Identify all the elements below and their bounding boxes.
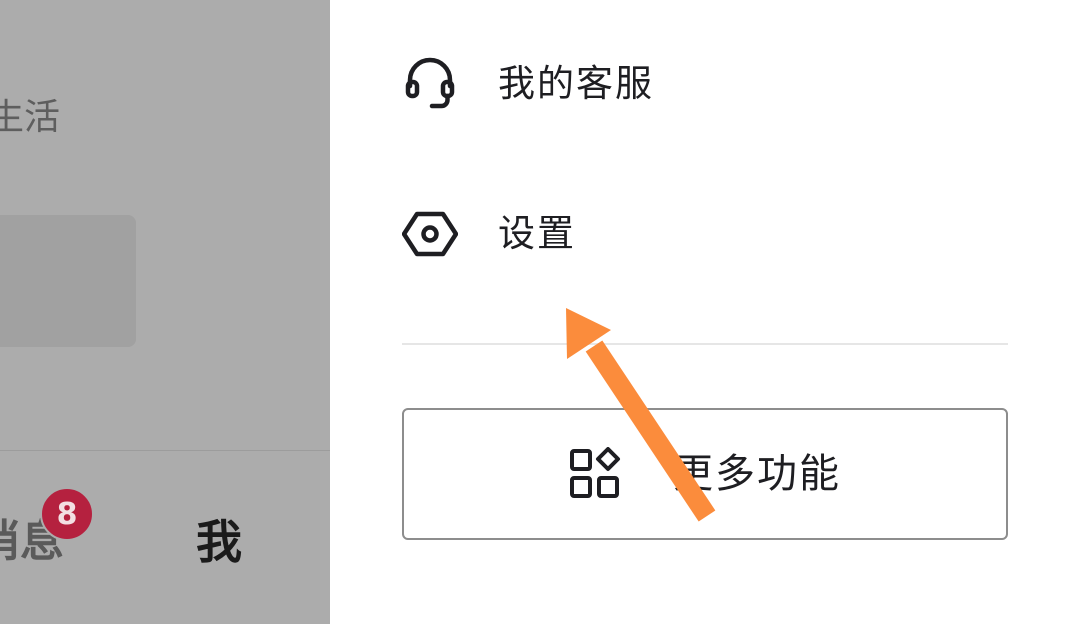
more-features-button[interactable]: 更多功能 xyxy=(402,408,1008,540)
tab-me[interactable]: 我 xyxy=(196,514,242,570)
settings-hexagon-icon xyxy=(402,206,458,262)
drawer-divider xyxy=(402,343,1008,345)
settings-label: 设置 xyxy=(498,212,576,255)
more-features-label: 更多功能 xyxy=(673,451,841,497)
customer-service-label: 我的客服 xyxy=(498,62,654,105)
headset-icon xyxy=(402,56,458,112)
menu-item-customer-service[interactable]: 我的客服 xyxy=(402,34,1008,134)
menu-item-settings[interactable]: 设置 xyxy=(402,184,1008,284)
background-card xyxy=(0,215,136,347)
side-drawer: 我的客服 设置 更多功能 xyxy=(330,0,1080,624)
screen: 生活 消息 8 我 我的客服 xyxy=(0,0,1080,624)
background-partial-text: 生活 xyxy=(0,97,61,138)
background-tabbar-divider xyxy=(0,450,330,451)
grid-apps-icon xyxy=(569,447,623,501)
background-page-overlay[interactable]: 生活 消息 8 我 xyxy=(0,0,330,624)
messages-unread-badge: 8 xyxy=(40,487,94,541)
